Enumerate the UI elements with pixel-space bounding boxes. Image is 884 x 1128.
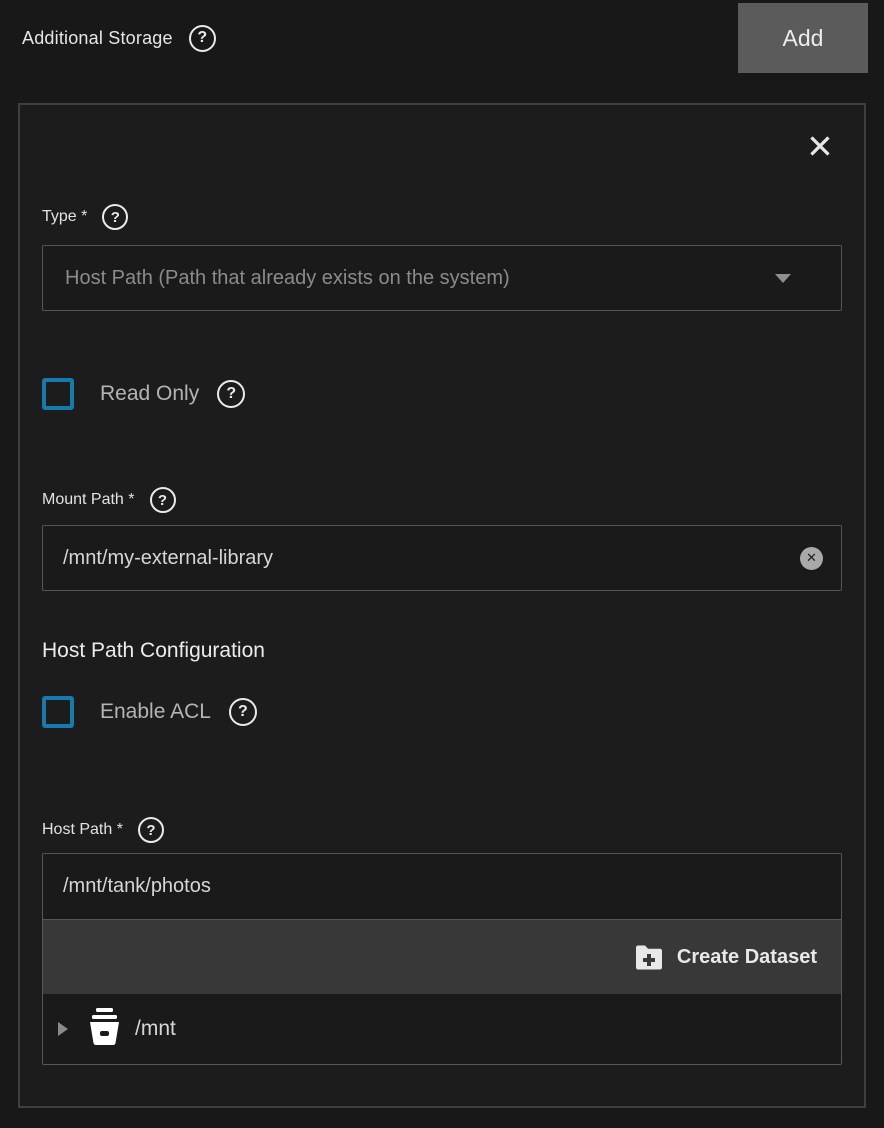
help-icon[interactable]: ? (229, 698, 257, 726)
expand-arrow-icon[interactable] (58, 1022, 68, 1036)
enable-acl-row: Enable ACL ? (42, 695, 842, 729)
chevron-down-icon (775, 274, 791, 283)
page-header: Additional Storage ? Add (0, 0, 884, 76)
clear-icon[interactable]: ✕ (800, 547, 823, 570)
help-icon[interactable]: ? (189, 25, 216, 52)
read-only-label: Read Only (100, 382, 199, 406)
type-select-value: Host Path (Path that already exists on t… (65, 267, 763, 290)
folder-plus-icon (634, 945, 664, 970)
enable-acl-checkbox[interactable] (42, 696, 74, 728)
section-heading: Host Path Configuration (42, 639, 842, 667)
help-icon[interactable]: ? (150, 487, 176, 513)
enable-acl-label: Enable ACL (100, 700, 211, 724)
close-icon[interactable]: ✕ (800, 127, 840, 167)
mount-path-label-row: Mount Path * ? (42, 487, 842, 513)
help-icon[interactable]: ? (138, 817, 164, 843)
mount-path-label: Mount Path * (42, 491, 135, 509)
type-label: Type * (42, 208, 87, 226)
create-dataset-button[interactable]: Create Dataset (634, 945, 817, 970)
read-only-row: Read Only ? (42, 377, 842, 411)
help-icon[interactable]: ? (217, 380, 245, 408)
create-dataset-label: Create Dataset (677, 946, 817, 969)
host-path-input[interactable] (63, 854, 821, 919)
type-select[interactable]: Host Path (Path that already exists on t… (42, 245, 842, 311)
help-icon[interactable]: ? (102, 204, 128, 230)
dataset-icon (88, 1008, 121, 1050)
page-title: Additional Storage (22, 28, 173, 49)
host-path-label-row: Host Path * ? (42, 817, 842, 843)
tree-item-label[interactable]: /mnt (135, 1017, 176, 1041)
explorer-tree: /mnt (43, 994, 841, 1064)
type-label-row: Type * ? (42, 203, 842, 231)
read-only-checkbox[interactable] (42, 378, 74, 410)
host-path-label: Host Path * (42, 821, 123, 839)
mount-path-input[interactable] (63, 526, 800, 590)
additional-storage-card: ✕ Type * ? Host Path (Path that already … (18, 103, 866, 1108)
host-path-field (43, 854, 841, 920)
explorer-toolbar: Create Dataset (43, 920, 841, 994)
host-path-explorer: Create Dataset /mnt (42, 853, 842, 1065)
mount-path-field: ✕ (42, 525, 842, 591)
add-button[interactable]: Add (738, 3, 868, 73)
